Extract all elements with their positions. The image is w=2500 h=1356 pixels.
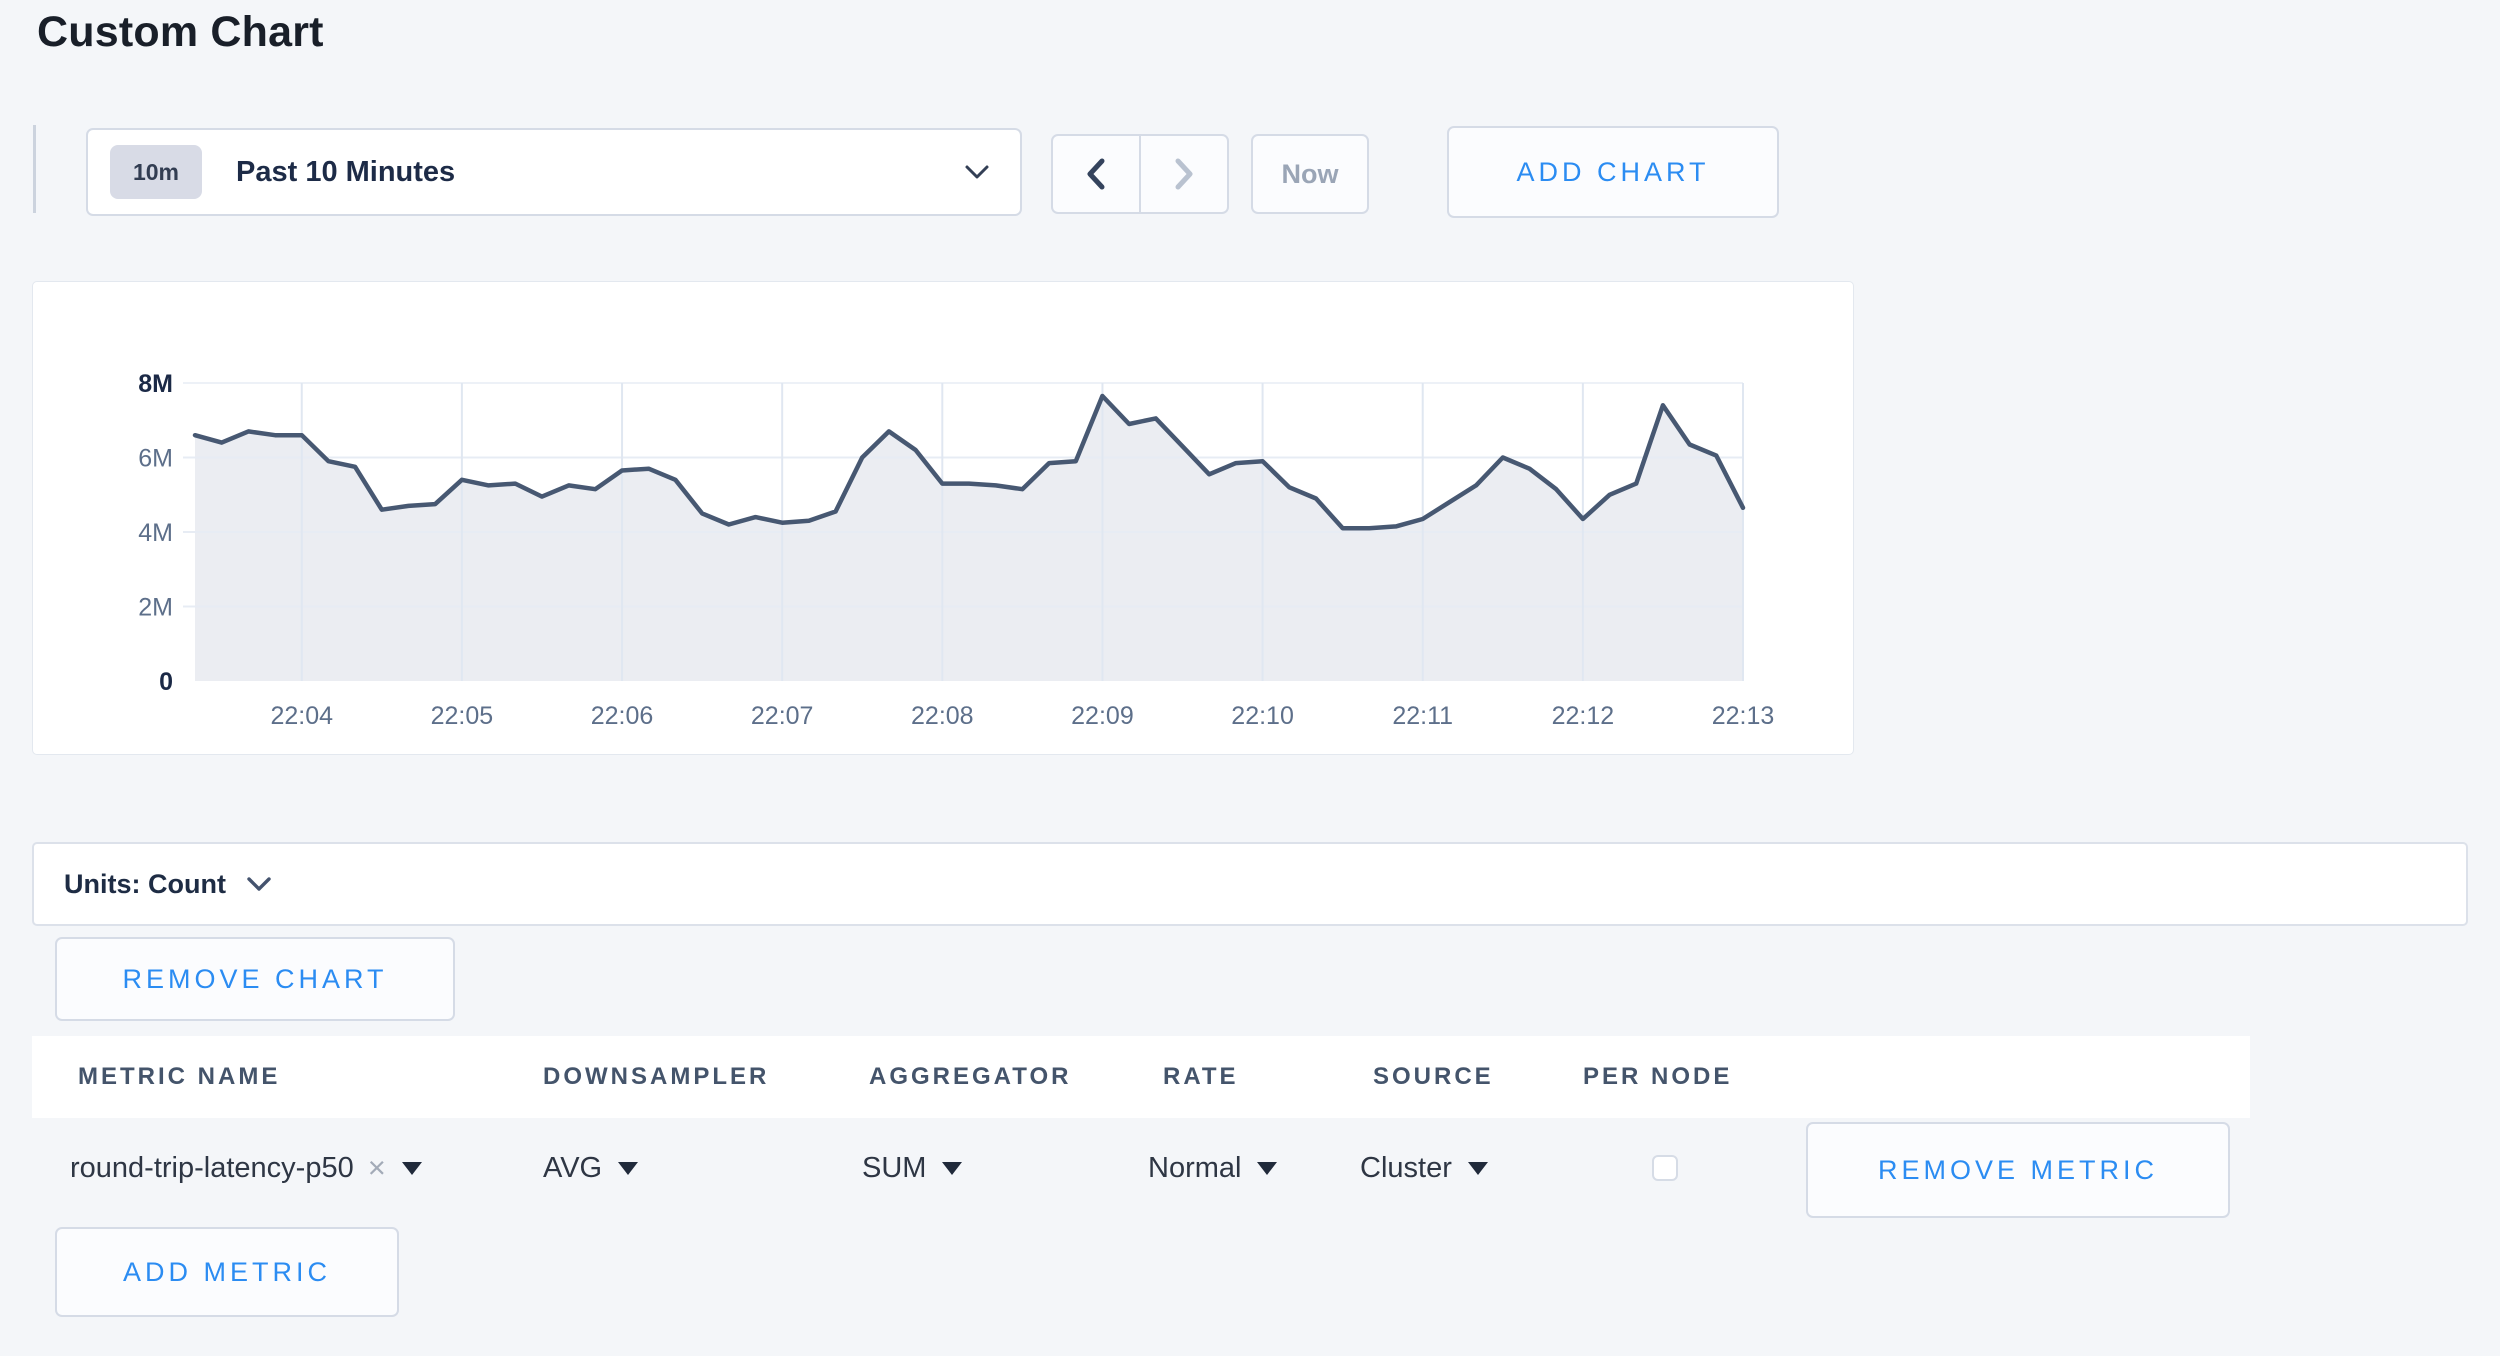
time-range-label: Past 10 Minutes bbox=[236, 156, 964, 189]
next-timeframe-button[interactable] bbox=[1139, 136, 1227, 212]
x-tick-label: 22:11 bbox=[1392, 702, 1453, 730]
units-dropdown[interactable]: Units: Count bbox=[32, 842, 2468, 926]
previous-timeframe-button[interactable] bbox=[1053, 136, 1139, 212]
x-tick-label: 22:05 bbox=[431, 702, 494, 730]
remove-chart-button[interactable]: REMOVE CHART bbox=[55, 937, 455, 1021]
custom-chart-page: Custom Chart 10m Past 10 Minutes Now ADD… bbox=[0, 0, 2500, 1356]
time-pager bbox=[1051, 134, 1229, 214]
time-range-dropdown[interactable]: 10m Past 10 Minutes bbox=[86, 128, 1022, 216]
source-value: Cluster bbox=[1360, 1152, 1452, 1185]
metric-name-select[interactable]: round-trip-latency-p50 × bbox=[70, 1118, 422, 1218]
timeseries-area-chart[interactable]: 8M 6M 4M 2M 0 22:04 22:05 22:06 22:07 22:08 22:09 2… bbox=[33, 282, 1853, 754]
units-label: Units: Count bbox=[64, 869, 226, 900]
y-tick-label: 4M bbox=[138, 519, 173, 547]
now-button[interactable]: Now bbox=[1251, 134, 1369, 214]
add-chart-button[interactable]: ADD CHART bbox=[1447, 126, 1779, 218]
x-tick-label: 22:12 bbox=[1552, 702, 1615, 730]
page-title: Custom Chart bbox=[37, 8, 324, 57]
clear-metric-icon[interactable]: × bbox=[368, 1150, 386, 1186]
caret-down-icon bbox=[618, 1162, 638, 1175]
x-tick-label: 22:10 bbox=[1231, 702, 1294, 730]
caret-down-icon bbox=[942, 1162, 962, 1175]
time-range-badge: 10m bbox=[110, 145, 202, 199]
remove-metric-button[interactable]: REMOVE METRIC bbox=[1806, 1122, 2230, 1218]
chevron-left-icon bbox=[1083, 155, 1109, 193]
per-node-checkbox[interactable] bbox=[1652, 1155, 1678, 1181]
caret-down-icon bbox=[1468, 1162, 1488, 1175]
chart-panel: 8M 6M 4M 2M 0 22:04 22:05 22:06 22:07 22:08 22:09 2… bbox=[32, 281, 1854, 755]
y-tick-label: 0 bbox=[159, 668, 173, 696]
column-header-aggregator: AGGREGATOR bbox=[869, 1036, 1071, 1118]
x-tick-label: 22:04 bbox=[270, 702, 333, 730]
column-header-source: SOURCE bbox=[1373, 1036, 1494, 1118]
aggregator-value: SUM bbox=[862, 1152, 926, 1185]
chevron-down-icon bbox=[246, 875, 272, 893]
x-tick-label: 22:13 bbox=[1712, 702, 1775, 730]
x-tick-label: 22:08 bbox=[911, 702, 974, 730]
y-tick-label: 6M bbox=[138, 445, 173, 473]
chevron-down-icon bbox=[964, 163, 990, 181]
aggregator-select[interactable]: SUM bbox=[862, 1118, 962, 1218]
column-header-downsampler: DOWNSAMPLER bbox=[543, 1036, 769, 1118]
x-tick-label: 22:06 bbox=[591, 702, 654, 730]
chevron-right-icon bbox=[1171, 155, 1197, 193]
caret-down-icon bbox=[402, 1162, 422, 1175]
x-tick-label: 22:07 bbox=[751, 702, 814, 730]
rate-select[interactable]: Normal bbox=[1148, 1118, 1277, 1218]
metrics-table-header: METRIC NAME DOWNSAMPLER AGGREGATOR RATE … bbox=[32, 1036, 2250, 1118]
caret-down-icon bbox=[1257, 1162, 1277, 1175]
column-header-metric-name: METRIC NAME bbox=[78, 1036, 280, 1118]
divider bbox=[33, 125, 36, 213]
downsampler-select[interactable]: AVG bbox=[543, 1118, 638, 1218]
rate-value: Normal bbox=[1148, 1152, 1241, 1185]
source-select[interactable]: Cluster bbox=[1360, 1118, 1488, 1218]
column-header-per-node: PER NODE bbox=[1583, 1036, 1732, 1118]
area-fill bbox=[195, 396, 1743, 681]
y-tick-label: 8M bbox=[138, 370, 173, 398]
metric-name-value: round-trip-latency-p50 bbox=[70, 1152, 354, 1185]
y-tick-label: 2M bbox=[138, 594, 173, 622]
column-header-rate: RATE bbox=[1163, 1036, 1239, 1118]
add-metric-button[interactable]: ADD METRIC bbox=[55, 1227, 399, 1317]
x-tick-label: 22:09 bbox=[1071, 702, 1134, 730]
downsampler-value: AVG bbox=[543, 1152, 602, 1185]
